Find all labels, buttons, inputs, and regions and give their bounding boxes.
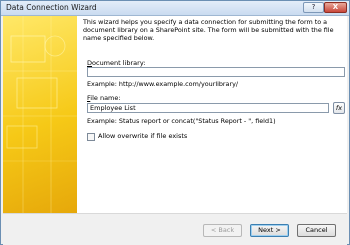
overwrite-checkbox[interactable] — [87, 133, 95, 141]
formula-button[interactable]: fx — [333, 102, 345, 114]
file-name-input[interactable]: Employee List — [87, 103, 329, 113]
document-library-example: Example: http://www.example.com/yourlibr… — [87, 80, 239, 88]
document-library-input[interactable] — [87, 67, 345, 77]
wizard-window: Data Connection Wizard ? X This wizard h… — [0, 0, 350, 245]
help-button[interactable]: ? — [303, 2, 324, 13]
intro-text: This wizard helps you specify a data con… — [83, 18, 334, 42]
wizard-body: This wizard helps you specify a data con… — [3, 16, 347, 213]
close-button[interactable]: X — [324, 2, 347, 13]
document-library-label: Document library: — [87, 59, 146, 67]
overwrite-label: Allow overwrite if file exists — [98, 132, 188, 140]
file-name-label: File name: — [87, 94, 121, 102]
cancel-button[interactable]: Cancel — [297, 224, 336, 237]
file-name-example: Example: Status report or concat("Status… — [87, 117, 276, 125]
next-button[interactable]: Next > — [250, 224, 289, 237]
title-bar[interactable]: Data Connection Wizard ? X — [1, 1, 349, 16]
wizard-content: This wizard helps you specify a data con… — [83, 16, 345, 213]
wizard-side-graphic — [3, 16, 77, 213]
button-bar: < Back Next > Cancel — [3, 213, 347, 245]
back-button[interactable]: < Back — [203, 224, 242, 237]
window-title: Data Connection Wizard — [6, 3, 97, 12]
decorative-pattern-icon — [3, 16, 77, 213]
